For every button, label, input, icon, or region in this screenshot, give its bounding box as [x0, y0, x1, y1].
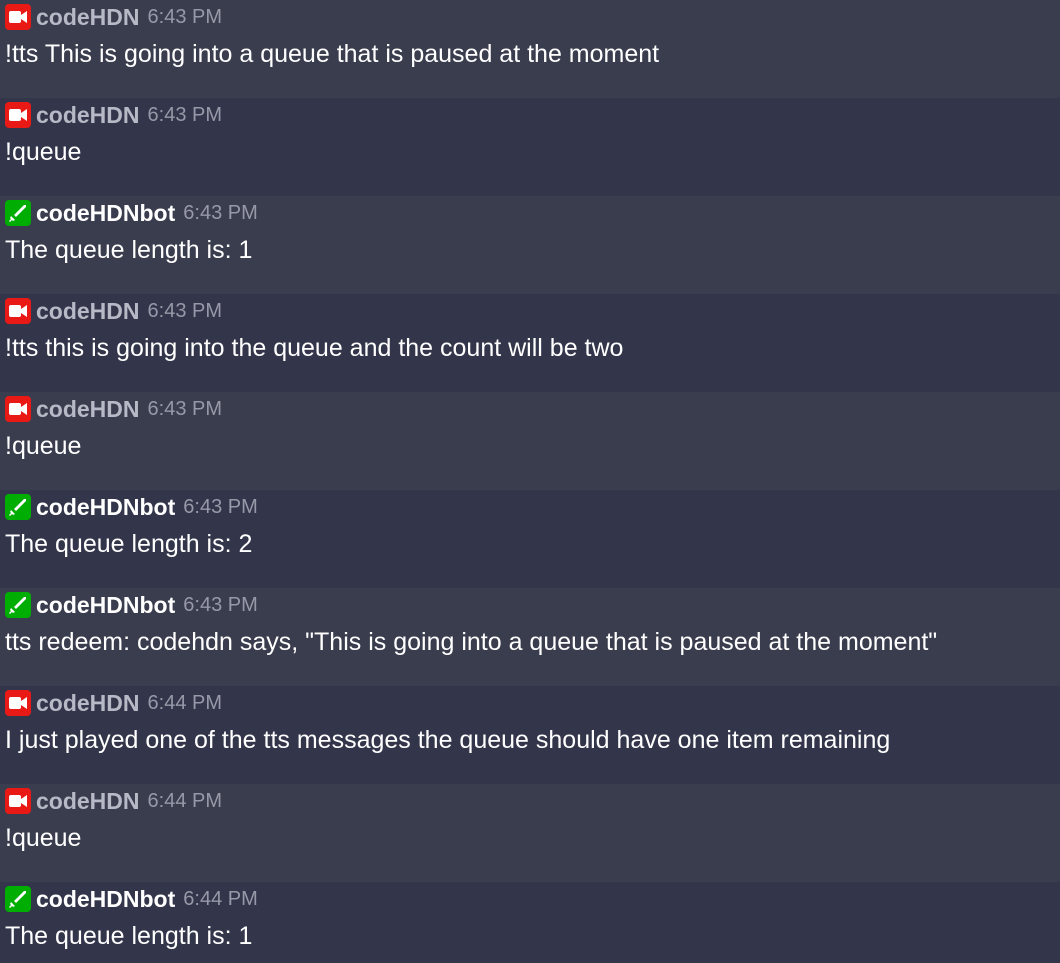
video-camera-icon — [9, 305, 27, 317]
chat-message: codeHDN 6:43 PM !tts this is going into … — [0, 294, 1060, 392]
message-text: The queue length is: 1 — [5, 922, 253, 950]
message-text: I just played one of the tts messages th… — [5, 726, 891, 754]
username[interactable]: codeHDNbot — [36, 494, 175, 521]
message-text: !queue — [5, 824, 82, 852]
moderator-badge[interactable] — [5, 886, 31, 912]
timestamp: 6:43 PM — [183, 495, 258, 518]
message-text: tts redeem: codehdn says, "This is going… — [5, 628, 938, 656]
username[interactable]: codeHDNbot — [36, 886, 175, 913]
message-header: codeHDN 6:44 PM — [5, 786, 1060, 816]
chat-message: codeHDN 6:43 PM !queue — [0, 392, 1060, 490]
chat-message: codeHDN 6:43 PM !tts This is going into … — [0, 0, 1060, 98]
sword-icon — [9, 891, 26, 908]
broadcaster-badge[interactable] — [5, 102, 31, 128]
broadcaster-badge[interactable] — [5, 298, 31, 324]
chat-message: codeHDN 6:44 PM !queue — [0, 784, 1060, 882]
chat-message: codeHDNbot 6:43 PM tts redeem: codehdn s… — [0, 588, 1060, 686]
timestamp: 6:43 PM — [183, 593, 258, 616]
message-header: codeHDN 6:44 PM — [5, 688, 1060, 718]
sword-icon — [9, 597, 26, 614]
video-camera-icon — [9, 109, 27, 121]
video-camera-icon — [9, 403, 27, 415]
message-header: codeHDN 6:43 PM — [5, 296, 1060, 326]
broadcaster-badge[interactable] — [5, 4, 31, 30]
message-text: !queue — [5, 138, 82, 166]
timestamp: 6:44 PM — [147, 789, 222, 812]
chat-message: codeHDN 6:44 PM I just played one of the… — [0, 686, 1060, 784]
message-header: codeHDNbot 6:43 PM — [5, 492, 1060, 522]
timestamp: 6:44 PM — [147, 691, 222, 714]
message-header: codeHDNbot 6:43 PM — [5, 198, 1060, 228]
username[interactable]: codeHDNbot — [36, 592, 175, 619]
timestamp: 6:43 PM — [147, 5, 222, 28]
moderator-badge[interactable] — [5, 494, 31, 520]
video-camera-icon — [9, 11, 27, 23]
username[interactable]: codeHDN — [36, 788, 140, 815]
timestamp: 6:43 PM — [147, 299, 222, 322]
message-header: codeHDNbot 6:44 PM — [5, 884, 1060, 914]
broadcaster-badge[interactable] — [5, 788, 31, 814]
video-camera-icon — [9, 795, 27, 807]
timestamp: 6:43 PM — [147, 103, 222, 126]
username[interactable]: codeHDN — [36, 102, 140, 129]
video-camera-icon — [9, 697, 27, 709]
timestamp: 6:44 PM — [183, 887, 258, 910]
broadcaster-badge[interactable] — [5, 396, 31, 422]
sword-icon — [9, 499, 26, 516]
username[interactable]: codeHDN — [36, 396, 140, 423]
username[interactable]: codeHDNbot — [36, 200, 175, 227]
chat-message: codeHDNbot 6:43 PM The queue length is: … — [0, 196, 1060, 294]
chat-message: codeHDNbot 6:44 PM The queue length is: … — [0, 882, 1060, 963]
message-header: codeHDN 6:43 PM — [5, 394, 1060, 424]
chat-log: codeHDN 6:43 PM !tts This is going into … — [0, 0, 1060, 963]
sword-icon — [9, 205, 26, 222]
username[interactable]: codeHDN — [36, 690, 140, 717]
moderator-badge[interactable] — [5, 200, 31, 226]
broadcaster-badge[interactable] — [5, 690, 31, 716]
moderator-badge[interactable] — [5, 592, 31, 618]
chat-message: codeHDN 6:43 PM !queue — [0, 98, 1060, 196]
message-text: !tts this is going into the queue and th… — [5, 334, 624, 362]
username[interactable]: codeHDN — [36, 4, 140, 31]
message-text: !queue — [5, 432, 82, 460]
message-header: codeHDN 6:43 PM — [5, 100, 1060, 130]
timestamp: 6:43 PM — [147, 397, 222, 420]
message-header: codeHDNbot 6:43 PM — [5, 590, 1060, 620]
message-text: The queue length is: 2 — [5, 530, 253, 558]
message-text: The queue length is: 1 — [5, 236, 253, 264]
message-header: codeHDN 6:43 PM — [5, 2, 1060, 32]
timestamp: 6:43 PM — [183, 201, 258, 224]
message-text: !tts This is going into a queue that is … — [5, 40, 660, 68]
chat-message: codeHDNbot 6:43 PM The queue length is: … — [0, 490, 1060, 588]
username[interactable]: codeHDN — [36, 298, 140, 325]
